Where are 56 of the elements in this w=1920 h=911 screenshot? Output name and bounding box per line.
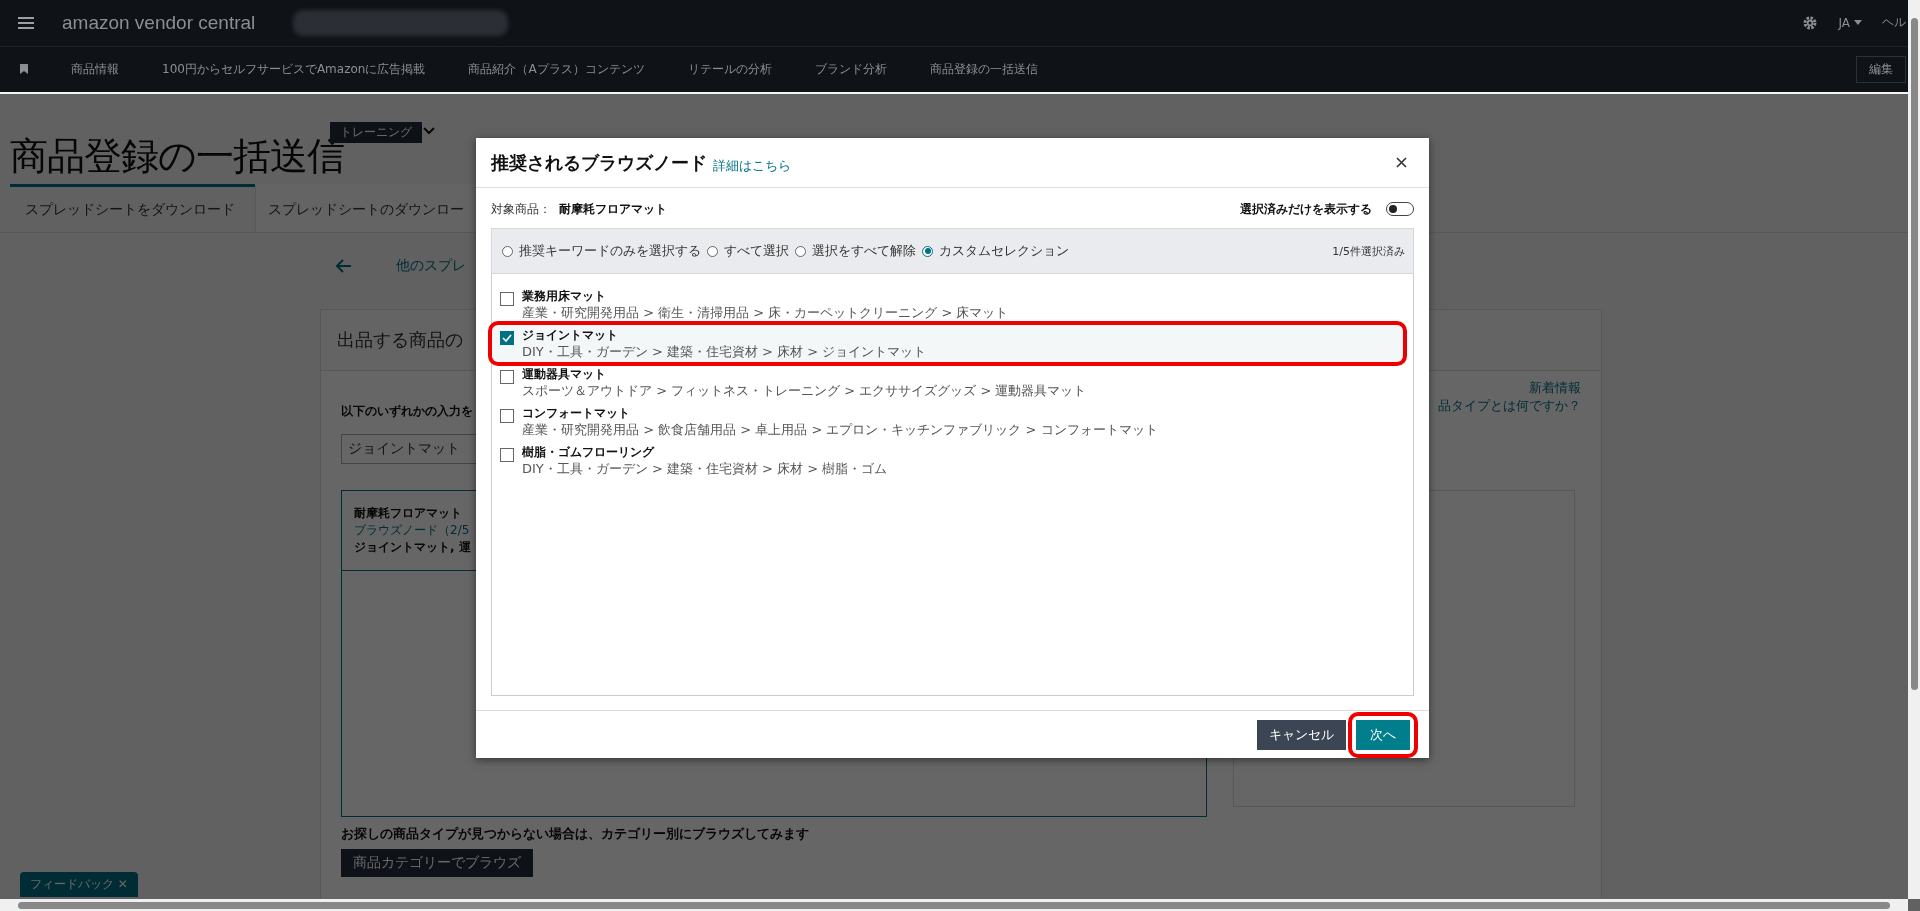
browse-categories-button[interactable]: 商品カテゴリーでブラウズ	[341, 849, 533, 877]
toggle-label: 選択済みだけを表示する	[1240, 200, 1372, 218]
product-type-name: 耐摩耗フロアマット	[354, 505, 462, 522]
node-row[interactable]: 運動器具マット スポーツ＆アウトドア > フィットネス・トレーニング > エクササイズグッズ > 運動器具マット	[492, 364, 1403, 402]
card-title: 出品する商品の	[337, 328, 463, 352]
radio-option[interactable]: すべて選択	[707, 242, 789, 261]
not-found-text: お探しの商品タイプが見つからない場合は、カテゴリー別にブラウズしてみます	[341, 825, 810, 843]
language-menu[interactable]: JA	[1838, 16, 1862, 30]
node-row[interactable]: 業務用床マット 産業・研究開発用品 > 衛生・清掃用品 > 床・カーペットクリーニング > 床マット	[492, 286, 1403, 324]
selection-count: 1/5件選択済み	[1332, 243, 1405, 259]
checkbox[interactable]	[500, 370, 514, 385]
node-name: 樹脂・ゴムフローリング	[522, 445, 656, 461]
bookmark-icon[interactable]	[20, 64, 28, 75]
prompt-text: 以下のいずれかの入力を	[341, 403, 473, 420]
nav-item[interactable]: ブランド分析	[814, 61, 887, 78]
checkbox[interactable]	[500, 331, 514, 346]
radio-option[interactable]: カスタムセレクション	[922, 242, 1069, 261]
radio-option[interactable]: 選択をすべて解除	[795, 242, 916, 261]
help-link[interactable]: ヘル	[1882, 14, 1906, 32]
checkbox[interactable]	[500, 292, 514, 307]
radio-option[interactable]: 推奨キーワードのみを選択する	[502, 242, 701, 261]
cancel-button[interactable]: キャンセル	[1257, 719, 1346, 750]
node-path: スポーツ＆アウトドア > フィットネス・トレーニング > エクササイズグッズ > 運動器具マット	[522, 382, 1087, 400]
target-label: 対象商品：	[491, 200, 551, 218]
nav-item[interactable]: リテールの分析	[687, 61, 772, 78]
nav-item[interactable]: 商品情報	[71, 61, 119, 78]
vertical-scrollbar[interactable]	[1908, 0, 1920, 899]
close-icon[interactable]	[1396, 157, 1407, 169]
selected-nodes-text: ジョイントマット, 運	[354, 539, 471, 556]
menu-icon[interactable]	[18, 17, 34, 29]
next-button[interactable]: 次へ	[1356, 719, 1410, 750]
node-path: 産業・研究開発用品 > 衛生・清掃用品 > 床・カーペットクリーニング > 床マット	[522, 304, 1009, 322]
node-name: 業務用床マット	[522, 289, 607, 305]
nav-item[interactable]: 100円からセルフサービスでAmazonに広告掲載	[162, 61, 426, 78]
node-path: DIY・工具・ガーデン > 建築・住宅資材 > 床材 > 樹脂・ゴム	[522, 460, 888, 478]
horizontal-scrollbar[interactable]	[0, 899, 1908, 911]
node-row[interactable]: 樹脂・ゴムフローリング DIY・工具・ガーデン > 建築・住宅資材 > 床材 > 樹脂・ゴム	[492, 442, 1403, 480]
chevron-icon[interactable]	[423, 127, 435, 135]
nav-item[interactable]: 商品紹介（Aプラス）コンテンツ	[468, 61, 645, 78]
checkbox[interactable]	[500, 409, 514, 424]
training-badge[interactable]: トレーニング	[330, 122, 422, 143]
node-row[interactable]: コンフォートマット 産業・研究開発用品 > 飲食店舗用品 > 卓上用品 > エプロン・キッチンファブリック > コンフォートマット	[492, 403, 1403, 441]
node-path: 産業・研究開発用品 > 飲食店舗用品 > 卓上用品 > エプロン・キッチンファブリック > コンフォートマット	[522, 421, 1158, 439]
node-name: コンフォートマット	[522, 406, 631, 422]
edit-button[interactable]: 編集	[1856, 56, 1906, 83]
caret-icon[interactable]	[1854, 20, 1862, 26]
settings-icon[interactable]	[1802, 15, 1819, 31]
modal-title: 推奨されるブラウズノード	[491, 150, 707, 175]
logo[interactable]: amazon vendor central	[62, 12, 256, 34]
target-value: 耐摩耗フロアマット	[559, 200, 667, 218]
nav-item[interactable]: 商品登録の一括送信	[929, 61, 1038, 78]
node-name: 運動器具マット	[522, 367, 607, 383]
node-path: DIY・工具・ガーデン > 建築・住宅資材 > 床材 > ジョイントマット	[522, 343, 927, 361]
details-link[interactable]: 詳細はこちら	[713, 156, 791, 175]
checkbox[interactable]	[500, 448, 514, 463]
node-name: ジョイントマット	[522, 328, 619, 344]
